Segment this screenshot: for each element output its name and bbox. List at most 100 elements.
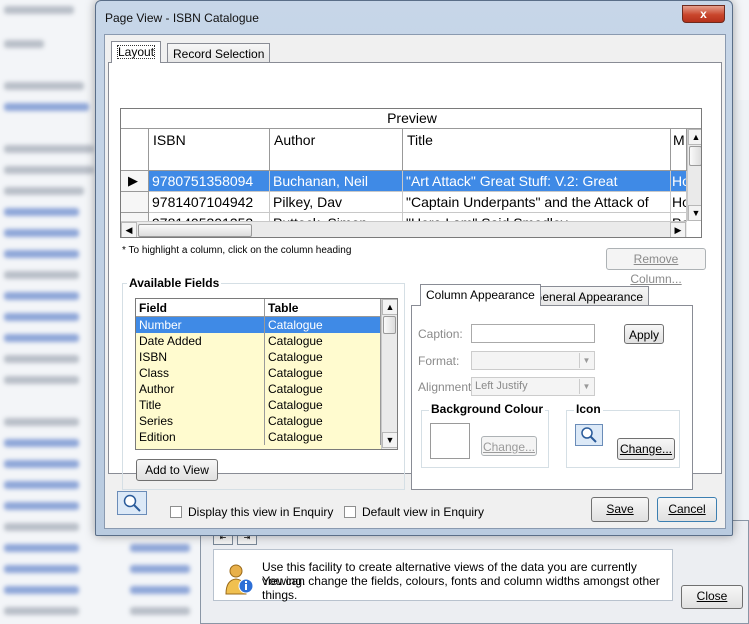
table-cell[interactable]: Buchanan, Neil	[270, 171, 403, 192]
scroll-thumb[interactable]	[689, 146, 701, 166]
chevron-down-icon: ▼	[579, 379, 593, 394]
table-cell[interactable]: "Art Attack" Great Stuff: V.2: Great	[403, 171, 671, 192]
icon-change-button[interactable]: Change...	[617, 438, 675, 460]
page-view-window: Page View - ISBN Catalogue x Layout Reco…	[95, 0, 733, 536]
preview-horizontal-scrollbar[interactable]: ◀ ▶	[121, 221, 687, 237]
format-label: Format:	[418, 354, 460, 368]
save-label: Save	[606, 502, 634, 516]
fields-grid[interactable]: Field Table Number Catalogue Date Added …	[135, 298, 398, 450]
table-cell[interactable]: Series	[136, 413, 265, 429]
magnifier-icon	[575, 424, 603, 446]
table-cell[interactable]: Catalogue	[265, 333, 381, 349]
display-in-enquiry-checkbox[interactable]	[170, 506, 182, 518]
table-cell[interactable]: Title	[136, 397, 265, 413]
table-cell[interactable]: Ho	[671, 192, 687, 213]
cancel-label: Cancel	[668, 502, 706, 516]
tab-column-appearance[interactable]: Column Appearance	[420, 284, 541, 306]
tab-layout[interactable]: Layout	[111, 41, 162, 63]
table-cell[interactable]: 9780751358094	[149, 171, 270, 192]
background-colour-swatch	[430, 423, 470, 459]
background-colour-label: Background Colour	[429, 402, 546, 416]
tab-record-selection[interactable]: Record Selection	[167, 43, 271, 63]
row-indicator: ▶	[121, 171, 149, 192]
table-cell[interactable]: Catalogue	[265, 413, 381, 429]
scroll-thumb[interactable]	[383, 316, 396, 334]
background-colour-group: Background Colour Change...	[421, 402, 549, 468]
preview-grid[interactable]: Preview ISBN Author Title M ▶ 9780751358…	[120, 108, 702, 238]
add-to-view-button[interactable]: Add to View	[136, 459, 218, 481]
column-header-isbn[interactable]: ISBN	[149, 129, 270, 171]
column-highlight-hint: * To highlight a column, click on the co…	[122, 245, 352, 256]
alignment-value: Left Justify	[475, 380, 528, 392]
column-header-m[interactable]: M	[671, 129, 687, 171]
fields-vertical-scrollbar[interactable]: ▲ ▼	[381, 299, 397, 449]
user-info-icon	[225, 564, 254, 595]
window-title: Page View - ISBN Catalogue	[105, 11, 259, 25]
format-select[interactable]: ▼	[471, 351, 595, 370]
scroll-up-icon[interactable]: ▲	[688, 129, 701, 145]
info-message-box: Use this facility to create alternative …	[213, 549, 673, 602]
column-appearance-pane: Caption: Apply Format: ▼ Alignment: Left…	[411, 305, 693, 490]
default-view-checkbox[interactable]	[344, 506, 356, 518]
magnifier-icon	[117, 491, 147, 515]
tab-layout-label: Layout	[117, 45, 156, 59]
tab-general-appearance[interactable]: General Appearance	[527, 286, 650, 306]
column-header-author[interactable]: Author	[270, 129, 403, 171]
icon-label: Icon	[574, 402, 603, 416]
available-fields-label: Available Fields	[127, 276, 222, 290]
table-cell[interactable]: Author	[136, 381, 265, 397]
table-cell[interactable]: ISBN	[136, 349, 265, 365]
preview-vertical-scrollbar[interactable]: ▲ ▼	[687, 129, 701, 221]
column-header-field[interactable]: Field	[136, 299, 265, 317]
table-cell[interactable]: Pilkey, Dav	[270, 192, 403, 213]
scroll-up-icon[interactable]: ▲	[382, 299, 397, 315]
table-cell[interactable]: Date Added	[136, 333, 265, 349]
table-cell[interactable]: Catalogue	[265, 397, 381, 413]
cancel-button[interactable]: Cancel	[657, 497, 717, 522]
column-header-table[interactable]: Table	[265, 299, 381, 317]
icon-group: Icon Change...	[566, 402, 680, 468]
window-client-area: Layout Record Selection Preview ISBN Aut…	[104, 34, 726, 529]
current-row-arrow-icon: ▶	[128, 173, 138, 188]
add-to-view-label: Add to View	[145, 463, 209, 477]
scroll-thumb[interactable]	[138, 224, 252, 237]
table-cell[interactable]: Ho	[671, 171, 687, 192]
alignment-select[interactable]: Left Justify ▼	[471, 377, 595, 396]
table-cell[interactable]: Catalogue	[265, 429, 381, 445]
column-header-title[interactable]: Title	[403, 129, 671, 171]
apply-button[interactable]: Apply	[624, 324, 664, 344]
icon-change-label: Change...	[619, 442, 673, 456]
remove-column-label: Remove Column...	[630, 252, 682, 286]
available-fields-group: Available Fields Field Table Number Cata…	[122, 276, 405, 490]
row-indicator	[121, 192, 149, 213]
table-cell[interactable]: Catalogue	[265, 365, 381, 381]
info-text-line-2: You can change the fields, colours, font…	[262, 574, 660, 602]
grid-corner	[121, 129, 149, 171]
chevron-down-icon: ▼	[579, 353, 593, 368]
window-close-button[interactable]: x	[682, 5, 725, 23]
table-cell[interactable]: Number	[136, 317, 265, 333]
table-cell[interactable]: Catalogue	[265, 349, 381, 365]
close-button-label: Close	[696, 589, 728, 603]
table-cell[interactable]: Catalogue	[265, 381, 381, 397]
table-cell[interactable]: "Captain Underpants" and the Attack of	[403, 192, 671, 213]
apply-label: Apply	[628, 328, 660, 342]
table-cell[interactable]: Class	[136, 365, 265, 381]
default-view-label[interactable]: Default view in Enquiry	[362, 505, 484, 519]
display-in-enquiry-label[interactable]: Display this view in Enquiry	[188, 505, 333, 519]
preview-title: Preview	[121, 109, 701, 129]
remove-column-button[interactable]: Remove Column...	[606, 248, 706, 286]
close-button[interactable]: Close	[681, 585, 743, 609]
scroll-left-icon[interactable]: ◀	[121, 222, 137, 237]
save-button[interactable]: Save	[591, 497, 649, 522]
scroll-down-icon[interactable]: ▼	[382, 432, 397, 448]
table-cell[interactable]: 9781407104942	[149, 192, 270, 213]
table-cell[interactable]: Catalogue	[265, 317, 381, 333]
table-cell[interactable]: Edition	[136, 429, 265, 445]
scroll-down-icon[interactable]: ▼	[688, 205, 701, 221]
alignment-label: Alignment:	[418, 380, 475, 394]
caption-input[interactable]	[471, 324, 595, 343]
background-change-label: Change...	[482, 440, 536, 454]
background-change-button[interactable]: Change...	[481, 436, 537, 456]
scroll-right-icon[interactable]: ▶	[670, 222, 686, 237]
